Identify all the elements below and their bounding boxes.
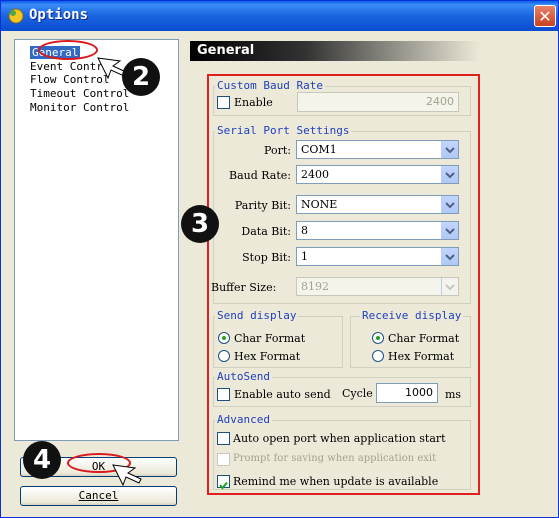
step-2-badge: 2 bbox=[122, 58, 160, 96]
app-icon bbox=[8, 8, 24, 24]
cancel-button[interactable]: Cancel bbox=[20, 486, 177, 506]
tree-item-monitor-control[interactable]: Monitor Control bbox=[30, 101, 129, 114]
step-4-badge: 4 bbox=[23, 441, 61, 479]
options-window: Options ✕ General Event Control Flow Con… bbox=[0, 0, 559, 518]
panel-title: General bbox=[197, 43, 255, 58]
step-3-badge: 3 bbox=[181, 205, 219, 243]
settings-highlight-box bbox=[207, 74, 480, 495]
title-bar[interactable]: Options ✕ bbox=[1, 1, 558, 31]
general-highlight-ellipse bbox=[38, 40, 98, 60]
options-tree[interactable]: General Event Control Flow Control Timeo… bbox=[14, 39, 179, 441]
window-title: Options bbox=[29, 7, 89, 23]
cursor-arrow-icon bbox=[112, 464, 142, 487]
close-icon[interactable]: ✕ bbox=[534, 5, 556, 27]
tree-item-timeout-control[interactable]: Timeout Control bbox=[30, 87, 129, 100]
